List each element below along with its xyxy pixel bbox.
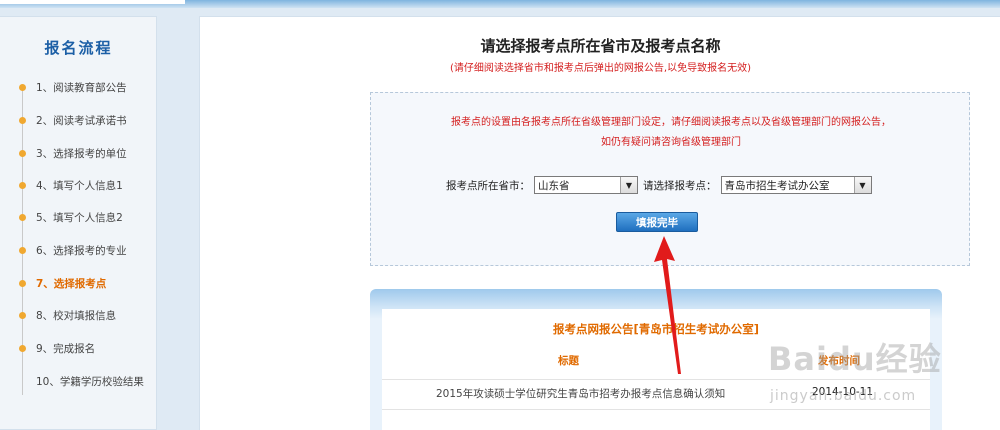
notice-line-2: 如仍有疑问请咨询省级管理部门 <box>601 137 741 148</box>
step-label: 10、学籍学历校验结果 <box>36 375 144 388</box>
province-value: 山东省 <box>538 179 570 192</box>
step-dot-icon <box>19 213 26 221</box>
page-subtitle: (请仔细阅读选择省市和报考点后弹出的网报公告,以免导致报名无效) <box>450 63 751 74</box>
province-label: 报考点所在省市： <box>446 179 530 192</box>
step-dot-icon <box>19 378 26 385</box>
step-dot-icon <box>19 344 26 352</box>
step-10[interactable]: 10、学籍学历校验结果 <box>16 373 156 389</box>
step-5[interactable]: 5、填写个人信息2 <box>16 209 156 225</box>
province-row: 报考点所在省市： 山东省 ▼ <box>446 175 638 195</box>
step-label: 2、阅读考试承诺书 <box>36 114 127 127</box>
annotation-arrow-icon <box>654 236 681 374</box>
step-4[interactable]: 4、填写个人信息1 <box>16 177 156 193</box>
step-7-current[interactable]: 7、选择报考点 <box>16 275 156 291</box>
step-label: 6、选择报考的专业 <box>36 244 127 257</box>
col-header-title: 标题 <box>558 355 579 367</box>
sidebar-title: 报名流程 <box>44 39 113 57</box>
chevron-down-icon[interactable]: ▼ <box>853 177 871 193</box>
notice-text: 报考点的设置由各报考点所在省级管理部门设定，请仔细阅读报考点以及省级管理部门的网… <box>371 113 971 153</box>
site-row: 请选择报考点： 青岛市招生考试办公室 ▼ <box>643 175 872 195</box>
step-3[interactable]: 3、选择报考的单位 <box>16 145 156 161</box>
step-dot-icon <box>19 83 26 91</box>
step-label: 7、选择报考点 <box>36 277 107 290</box>
province-select[interactable]: 山东省 ▼ <box>534 176 638 194</box>
step-dot-icon <box>19 246 26 254</box>
step-dot-icon <box>19 116 26 124</box>
step-8[interactable]: 8、校对填报信息 <box>16 307 156 323</box>
page-title: 请选择报考点所在省市及报考点名称 <box>480 37 721 55</box>
top-bar <box>0 0 1000 8</box>
step-dot-icon <box>19 311 26 319</box>
site-value: 青岛市招生考试办公室 <box>724 179 830 192</box>
step-6[interactable]: 6、选择报考的专业 <box>16 242 156 258</box>
sidebar: 报名流程 1、阅读教育部公告 2、阅读考试承诺书 3、选择报考的单位 4、填写个… <box>0 16 157 430</box>
announcement-link[interactable]: 2015年攻读硕士学位研究生青岛市招考办报考点信息确认须知 <box>436 386 725 401</box>
watermark-url: jingyan.baidu.com <box>770 388 917 404</box>
chevron-down-icon[interactable]: ▼ <box>620 177 637 193</box>
site-select[interactable]: 青岛市招生考试办公室 ▼ <box>720 176 872 194</box>
watermark-logo: Baidu经验 <box>768 340 942 378</box>
step-label: 1、阅读教育部公告 <box>36 81 127 94</box>
site-label: 请选择报考点： <box>643 179 717 192</box>
submit-button[interactable]: 填报完毕 <box>616 212 698 232</box>
step-9[interactable]: 9、完成报名 <box>16 340 156 356</box>
step-dot-icon <box>19 279 26 287</box>
top-tab <box>0 0 185 4</box>
step-label: 4、填写个人信息1 <box>36 179 123 192</box>
step-2[interactable]: 2、阅读考试承诺书 <box>16 112 156 128</box>
step-label: 3、选择报考的单位 <box>36 147 127 160</box>
step-label: 9、完成报名 <box>36 342 96 355</box>
step-dot-icon <box>19 149 26 157</box>
notice-line-1: 报考点的设置由各报考点所在省级管理部门设定，请仔细阅读报考点以及省级管理部门的网… <box>451 117 891 128</box>
step-label: 5、填写个人信息2 <box>36 211 123 224</box>
step-label: 8、校对填报信息 <box>36 309 117 322</box>
step-1[interactable]: 1、阅读教育部公告 <box>16 79 156 95</box>
step-dot-icon <box>19 181 26 189</box>
watermark: Baidu经验 jingyan.baidu.com <box>760 326 1000 430</box>
